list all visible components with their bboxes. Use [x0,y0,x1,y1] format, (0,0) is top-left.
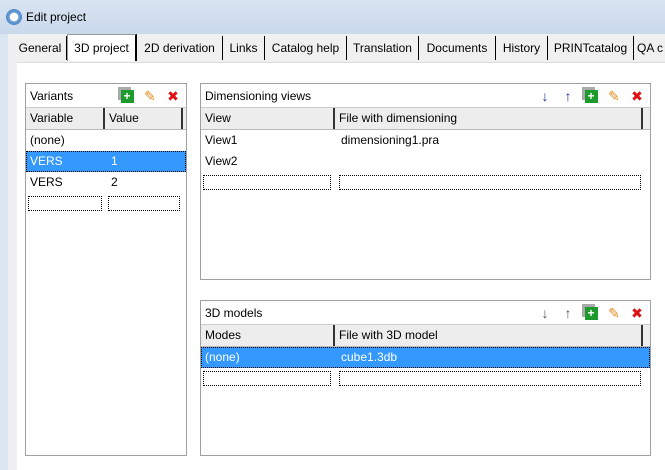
tab-history[interactable]: History [496,36,548,60]
add-icon: + [120,89,134,103]
edit-icon[interactable]: ✎ [605,87,623,105]
column-header-view[interactable]: View [201,108,335,129]
move-up-icon[interactable]: ↑ [559,87,577,105]
move-down-icon[interactable]: ↓ [536,87,554,105]
3d-models-title: 3D models [205,306,263,320]
tab-bar: General 3D project 2D derivation Links C… [14,34,665,61]
table-row[interactable]: (none) [26,130,186,151]
new-variable-input[interactable] [28,196,102,211]
cell-view: View2 [205,154,238,168]
cell-value: 2 [111,175,118,189]
new-value-input[interactable] [108,196,180,211]
new-file-input[interactable] [339,371,641,386]
variants-title: Variants [30,89,74,103]
delete-icon[interactable]: ✖ [164,87,182,105]
cell-file: dimensioning1.pra [341,133,440,147]
edit-icon[interactable]: ✎ [605,304,623,322]
new-file-input[interactable] [339,175,641,190]
variants-panel: Variants + ✎ ✖ Variable Value (none) VER… [25,83,187,456]
cell-variable: (none) [30,133,65,147]
add-view-button[interactable]: + [582,87,600,105]
column-header-variable[interactable]: Variable [26,108,105,129]
title-bar: Edit project [0,0,665,34]
cell-variable: VERS [30,154,63,168]
window-title: Edit project [26,10,87,24]
new-view-input[interactable] [203,175,331,190]
move-down-icon[interactable]: ↓ [536,304,554,322]
tab-catalog-help[interactable]: Catalog help [265,36,347,60]
tab-2d-derivation[interactable]: 2D derivation [137,36,223,60]
table-row[interactable]: VERS 2 [26,172,186,193]
delete-icon[interactable]: ✖ [628,87,646,105]
table-row[interactable]: View2 [201,151,650,172]
cell-value: 1 [111,154,118,168]
add-icon: + [584,89,598,103]
cell-mode: (none) [205,350,240,364]
3d-models-panel: 3D models ↓ ↑ + ✎ ✖ Modes File with 3D m… [200,300,651,456]
table-row-selected[interactable]: VERS 1 [26,151,186,172]
dimensioning-views-title: Dimensioning views [205,89,312,103]
column-header-file[interactable]: File with 3D model [335,325,643,346]
add-icon: + [584,306,598,320]
column-header-modes[interactable]: Modes [201,325,335,346]
tab-links[interactable]: Links [223,36,265,60]
move-up-icon[interactable]: ↑ [559,304,577,322]
edit-icon[interactable]: ✎ [141,87,159,105]
table-row[interactable]: View1 dimensioning1.pra [201,130,650,151]
add-variant-button[interactable]: + [118,87,136,105]
tab-qa[interactable]: QA c [634,36,665,60]
add-model-button[interactable]: + [582,304,600,322]
table-row-selected[interactable]: (none) cube1.3db [201,347,650,368]
app-icon [6,9,22,25]
new-row[interactable] [201,368,650,389]
tab-documents[interactable]: Documents [419,36,496,60]
new-row[interactable] [26,193,186,214]
tab-3d-project[interactable]: 3D project [67,34,137,61]
tab-translation[interactable]: Translation [347,36,419,60]
column-header-file[interactable]: File with dimensioning [335,108,643,129]
cell-file: cube1.3db [341,350,398,364]
cell-variable: VERS [30,175,63,189]
cell-view: View1 [205,133,238,147]
column-header-value[interactable]: Value [105,108,183,129]
new-mode-input[interactable] [203,371,331,386]
dimensioning-views-panel: Dimensioning views ↓ ↑ + ✎ ✖ View File w… [200,83,651,280]
cell-file [337,151,345,172]
cell-value [107,130,115,151]
delete-icon[interactable]: ✖ [628,304,646,322]
new-row[interactable] [201,172,650,193]
tab-general[interactable]: General [14,36,67,60]
tab-printcatalog[interactable]: PRINTcatalog [548,36,634,60]
